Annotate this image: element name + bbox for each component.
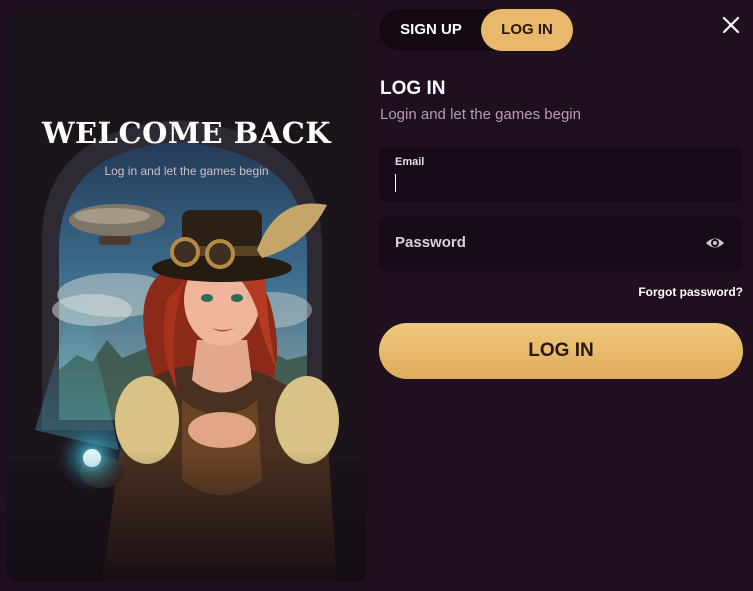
- password-placeholder: Password: [395, 234, 466, 251]
- login-button[interactable]: LOG IN: [379, 323, 743, 379]
- auth-tabs: SIGN UP LOG IN: [379, 9, 573, 51]
- steampunk-heroine-illustration: [7, 10, 366, 582]
- form-title: LOG IN: [380, 78, 446, 99]
- eye-icon[interactable]: [705, 234, 725, 252]
- form-subtitle: Login and let the games begin: [380, 106, 581, 123]
- password-field[interactable]: Password: [379, 216, 743, 271]
- welcome-title: WELCOME BACK: [41, 116, 331, 150]
- text-caret: [395, 174, 396, 192]
- email-label: Email: [395, 156, 425, 168]
- tab-sign-up[interactable]: SIGN UP: [383, 9, 479, 51]
- promo-panel: WELCOME BACK Log in and let the games be…: [7, 10, 366, 582]
- close-icon[interactable]: [721, 15, 741, 35]
- email-field[interactable]: Email: [379, 147, 743, 202]
- forgot-password-link[interactable]: Forgot password?: [638, 285, 743, 299]
- welcome-subtitle: Log in and let the games begin: [104, 164, 269, 178]
- tab-log-in[interactable]: LOG IN: [481, 9, 573, 51]
